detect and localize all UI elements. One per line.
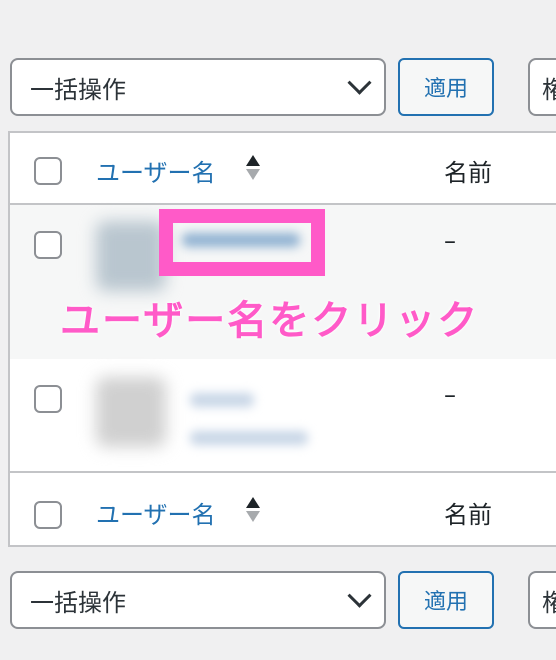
select-all-checkbox-footer[interactable] [34, 501, 62, 529]
avatar [96, 221, 166, 291]
bulk-action-select-bottom[interactable]: 一括操作 [10, 571, 386, 629]
column-footer-name: 名前 [444, 501, 492, 529]
role-change-select-bottom[interactable]: 権 [528, 571, 556, 629]
highlight-box [159, 209, 325, 276]
role-change-select-label: 権 [542, 583, 556, 618]
table-header-row: ユーザー名 名前 [10, 133, 556, 205]
row-name-value: – [444, 381, 456, 409]
chevron-down-icon [347, 583, 372, 608]
column-footer-username[interactable]: ユーザー名 [96, 495, 216, 530]
avatar [96, 377, 166, 447]
bulk-action-select-label: 一括操作 [30, 75, 126, 104]
row-meta-text [190, 431, 308, 445]
row-checkbox[interactable] [34, 231, 62, 259]
apply-button-top[interactable]: 適用 [398, 58, 494, 116]
row-checkbox[interactable] [34, 385, 62, 413]
username-link[interactable] [190, 393, 254, 407]
apply-button-bottom[interactable]: 適用 [398, 571, 494, 629]
column-header-name: 名前 [444, 159, 492, 187]
column-header-username[interactable]: ユーザー名 [96, 153, 216, 188]
bulk-action-select-label: 一括操作 [30, 588, 126, 617]
chevron-down-icon [347, 70, 372, 95]
table-footer-row: ユーザー名 名前 [10, 475, 556, 545]
table-row: – [10, 359, 556, 473]
role-change-select-label: 権 [542, 70, 556, 105]
bulk-action-select-top[interactable]: 一括操作 [10, 58, 386, 116]
select-all-checkbox[interactable] [34, 157, 62, 185]
row-name-value: – [444, 227, 456, 255]
annotation-caption: ユーザー名をクリック [60, 298, 480, 344]
role-change-select-top[interactable]: 権 [528, 58, 556, 116]
